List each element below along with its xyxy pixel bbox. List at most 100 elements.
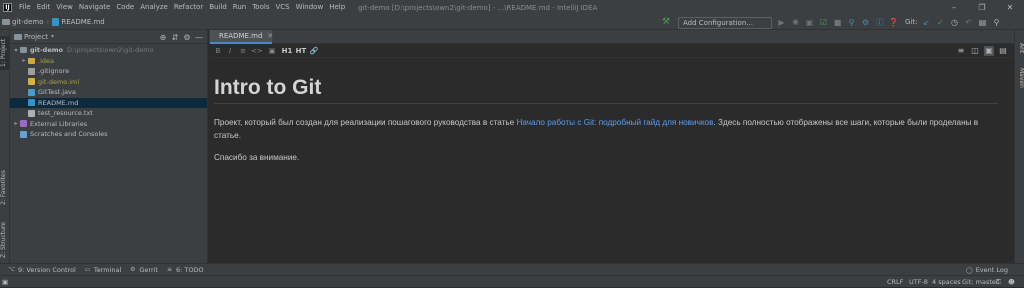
preview-settings-icon[interactable]: ▤ [998, 46, 1008, 56]
run-icon[interactable]: ▶ [776, 17, 787, 28]
toggle-tool-windows-icon[interactable]: ▣ [2, 276, 8, 288]
heading-divider [214, 103, 998, 104]
tab-project[interactable]: 1: Project [0, 36, 10, 70]
tree-item-iml[interactable]: git-demo.iml [10, 77, 207, 88]
thanks-paragraph: Спасибо за внимание. [214, 153, 300, 162]
notifications-icon[interactable]: ☻ [1008, 276, 1015, 288]
menu-tools[interactable]: Tools [249, 0, 272, 15]
project-view-selector[interactable]: Project [24, 33, 48, 41]
bold-icon[interactable]: B [213, 44, 223, 58]
git-branch[interactable]: Git: master [962, 276, 999, 288]
file-encoding[interactable]: UTF-8 [909, 276, 928, 288]
tab-gerrit[interactable]: ⚙ Gerrit [129, 266, 158, 274]
menu-file[interactable]: File [16, 0, 34, 15]
tree-item-label: test_resource.txt [38, 109, 93, 118]
minimize-icon[interactable]: – [940, 0, 968, 15]
build-hammer-icon[interactable]: ⚒ [662, 18, 672, 27]
tab-ant[interactable]: Ant [1015, 38, 1024, 58]
rollback-icon[interactable]: ↶ [963, 17, 974, 28]
tab-structure[interactable]: Z: Structure [0, 220, 10, 260]
java-file-icon [28, 88, 35, 96]
code-block-icon[interactable]: ▣ [267, 44, 277, 58]
chevron-right-icon[interactable]: ▸ [20, 57, 28, 64]
help-icon[interactable]: ❓ [888, 17, 899, 28]
tree-root[interactable]: ▾ git-demo D:\projects\own2\git-demo [10, 45, 207, 56]
tab-maven[interactable]: Maven [1015, 64, 1024, 92]
info-icon[interactable]: ⓘ [874, 17, 885, 28]
article-link[interactable]: Начало работы с Git: подробный гайд для … [516, 118, 713, 127]
menu-help[interactable]: Help [326, 0, 348, 15]
hide-panel-icon[interactable]: — [193, 33, 205, 42]
editor-only-icon[interactable]: ≡ [956, 46, 966, 56]
editor-tab-bar: README.md ✕ [209, 30, 1014, 44]
coverage-icon[interactable]: ▣ [804, 17, 815, 28]
tree-item-gittest[interactable]: GitTest.java [10, 87, 207, 98]
tree-item-scratches[interactable]: Scratches and Consoles [10, 129, 207, 140]
menu-refactor[interactable]: Refactor [171, 0, 206, 15]
maximize-icon[interactable]: ❐ [968, 0, 996, 15]
tree-item-label: .gitignore [38, 67, 70, 76]
tab-version-control[interactable]: ⌥ 9: Version Control [8, 266, 76, 274]
breadcrumb-project[interactable]: git-demo [12, 18, 44, 26]
tree-item-idea[interactable]: ▸ .idea [10, 56, 207, 67]
menu-navigate[interactable]: Navigate [76, 0, 113, 15]
close-icon[interactable]: ✕ [996, 0, 1024, 15]
indent-setting[interactable]: 4 spaces [932, 276, 961, 288]
menu-run[interactable]: Run [230, 0, 249, 15]
header-1-button[interactable]: H1 [281, 44, 293, 58]
add-configuration-dropdown[interactable]: Add Configuration... [678, 17, 772, 29]
menu-view[interactable]: View [53, 0, 76, 15]
toggle-icon[interactable]: ▤ [977, 17, 988, 28]
markdown-file-icon [28, 99, 35, 107]
project-tree: ▾ git-demo D:\projects\own2\git-demo ▸ .… [10, 44, 207, 140]
chevron-right-icon: › [46, 18, 50, 26]
line-separator[interactable]: CRLF [887, 276, 903, 288]
chevron-down-icon[interactable]: ▾ [12, 47, 20, 54]
gitignore-file-icon [28, 67, 35, 75]
vcs-commit-icon[interactable]: ✓ [935, 17, 946, 28]
window-title: git-demo [D:\projects\own2\git-demo] - .… [358, 3, 598, 12]
split-view-icon[interactable]: ◫ [970, 46, 980, 56]
close-tab-icon[interactable]: ✕ [267, 32, 273, 40]
run-tests-icon[interactable]: ☑ [818, 17, 829, 28]
chevron-right-icon[interactable]: ▸ [12, 120, 20, 127]
history-icon[interactable]: ◷ [949, 17, 960, 28]
italic-icon[interactable]: I [225, 44, 235, 58]
gear-icon[interactable]: ⚙ [181, 33, 193, 42]
tree-item-readme[interactable]: README.md [10, 97, 207, 108]
header-2-button[interactable]: HT [295, 44, 307, 58]
menu-edit[interactable]: Edit [34, 0, 54, 15]
lock-icon[interactable]: ⚿ [996, 276, 1001, 288]
breadcrumb-file[interactable]: README.md [61, 18, 104, 26]
menu-window[interactable]: Window [293, 0, 327, 15]
preview-only-icon[interactable]: ▣ [984, 46, 994, 56]
link-icon[interactable]: 🔗 [309, 44, 319, 58]
chevron-down-icon[interactable]: ▾ [51, 33, 54, 40]
tree-item-test-resource[interactable]: test_resource.txt [10, 108, 207, 119]
tab-label: 9: Version Control [18, 265, 76, 274]
debug-icon[interactable]: ✺ [790, 17, 801, 28]
vcs-update-icon[interactable]: ↙ [921, 17, 932, 28]
menu-vcs[interactable]: VCS [272, 0, 292, 15]
code-icon[interactable]: <> [251, 44, 263, 58]
strikethrough-icon[interactable]: ≡ [238, 44, 248, 58]
terminal-icon: ▭ [84, 266, 91, 273]
tree-item-gitignore[interactable]: .gitignore [10, 66, 207, 77]
tab-readme[interactable]: README.md ✕ [210, 30, 273, 44]
locate-icon[interactable]: ⊕ [157, 33, 169, 42]
tree-item-external-libraries[interactable]: ▸ External Libraries [10, 119, 207, 130]
project-structure-icon[interactable]: ⚙ [860, 17, 871, 28]
stop-icon[interactable]: ■ [832, 17, 843, 28]
tree-item-label: .idea [38, 56, 54, 65]
module-file-icon [28, 78, 35, 86]
menu-analyze[interactable]: Analyze [137, 0, 171, 15]
intellij-logo-icon: IJ [3, 3, 12, 12]
tab-todo[interactable]: ≡ 6: TODO [166, 266, 204, 274]
tab-terminal[interactable]: ▭ Terminal [84, 266, 122, 274]
tab-favorites[interactable]: 2: Favorites [0, 168, 10, 208]
menu-build[interactable]: Build [206, 0, 230, 15]
search-icon[interactable]: ⚲ [846, 17, 857, 28]
menu-code[interactable]: Code [113, 0, 137, 15]
search-everywhere-icon[interactable]: ⚲ [991, 17, 1002, 28]
collapse-all-icon[interactable]: ⇵ [169, 33, 181, 42]
